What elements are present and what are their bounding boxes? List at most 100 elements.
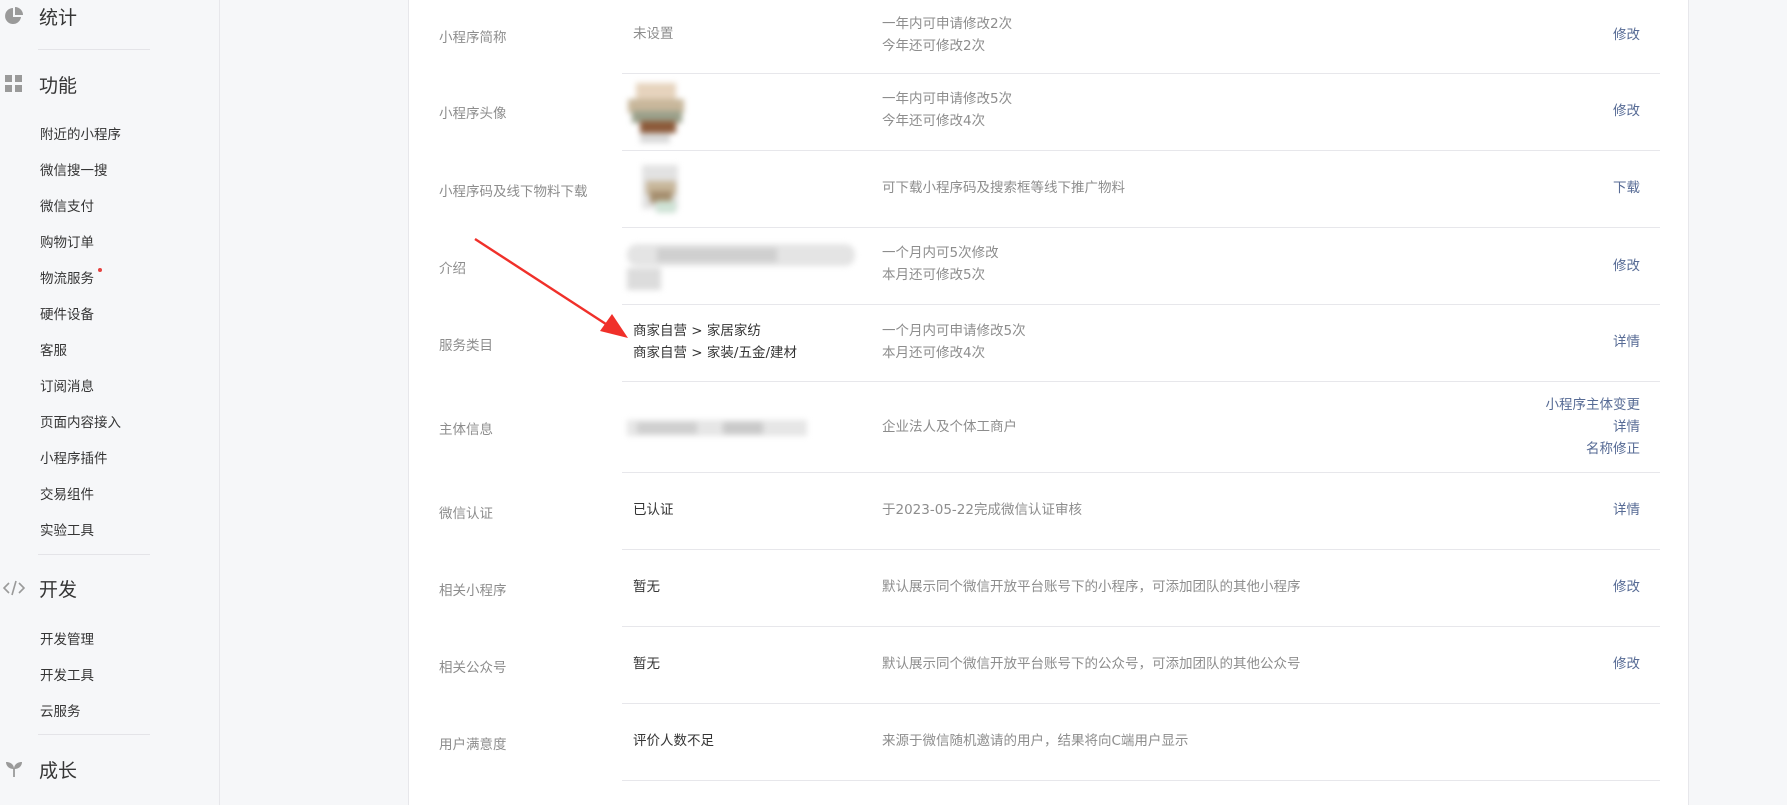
row-desc: 默认展示同个微信开放平台账号下的公众号，可添加团队的其他公众号	[882, 653, 1301, 675]
sidebar-section-growth-label: 成长	[39, 759, 78, 782]
details-button[interactable]: 详情	[1613, 331, 1640, 353]
action-link[interactable]: 详情	[1613, 331, 1640, 353]
sidebar-item-wechat-search[interactable]: 微信搜一搜	[40, 159, 108, 179]
row-desc-line: 默认展示同个微信开放平台账号下的公众号，可添加团队的其他公众号	[882, 656, 1301, 672]
row-desc: 一年内可申请修改2次 今年还可修改2次	[882, 13, 1012, 57]
settings-row-intro: 介绍 一个月内可5次修改 本月还可修改5次 修改	[409, 228, 1690, 305]
sidebar-section-dev-label: 开发	[39, 578, 78, 601]
sidebar-item-dev-tools[interactable]: 开发工具	[40, 664, 94, 684]
action-link[interactable]: 下载	[1613, 177, 1640, 199]
row-label: 微信认证	[439, 506, 493, 522]
entity-name-redacted	[627, 418, 807, 438]
sidebar-section-dev[interactable]: 开发	[0, 572, 77, 604]
sidebar-item-page-content[interactable]: 页面内容接入	[40, 411, 121, 431]
action-link[interactable]: 修改	[1613, 24, 1640, 46]
sidebar-item-shopping-orders[interactable]: 购物订单	[40, 231, 94, 251]
settings-row-user-satisfaction: 用户满意度 评价人数不足 来源于微信随机邀请的用户，结果将向C端用户显示	[409, 704, 1690, 781]
row-desc-line: 一个月内可5次修改	[882, 245, 999, 261]
sidebar-item-cloud-services[interactable]: 云服务	[40, 700, 81, 720]
sidebar-item-trade-components[interactable]: 交易组件	[40, 483, 94, 503]
sidebar-item-nearby[interactable]: 附近的小程序	[40, 123, 121, 143]
sidebar-item-label: 硬件设备	[40, 307, 94, 323]
settings-row-verification: 微信认证 已认证 于2023-05-22完成微信认证审核 详情	[409, 473, 1690, 550]
row-desc: 一年内可申请修改5次 今年还可修改4次	[882, 88, 1012, 132]
sidebar-item-label: 云服务	[40, 704, 81, 720]
sprout-icon	[3, 758, 25, 780]
row-desc-line: 今年还可修改4次	[882, 113, 986, 129]
sidebar-item-logistics[interactable]: 物流服务	[40, 267, 102, 287]
sidebar-section-features-label: 功能	[39, 74, 78, 97]
row-desc-line: 今年还可修改2次	[882, 38, 986, 54]
settings-row-service-category: 服务类目 商家自营 > 家居家纺 商家自营 > 家装/五金/建材 一个月内可申请…	[409, 305, 1690, 382]
settings-row-avatar: 小程序头像 一年内可申请修改5次 今年还可修改4次 修改	[409, 74, 1690, 151]
sidebar-section-stats-label: 统计	[39, 6, 78, 29]
settings-row-entity-info: 主体信息 企业法人及个体工商户 小程序主体变更 详情 名称修正	[409, 382, 1690, 473]
sidebar-item-dev-management[interactable]: 开发管理	[40, 628, 94, 648]
action-link[interactable]: 修改	[1613, 255, 1640, 277]
sidebar-item-customer-service[interactable]: 客服	[40, 339, 67, 359]
sidebar-item-hardware[interactable]: 硬件设备	[40, 303, 94, 323]
sidebar-section-growth[interactable]: 成长	[0, 753, 77, 785]
change-entity-link[interactable]: 小程序主体变更	[1546, 394, 1641, 416]
row-label: 小程序简称	[439, 30, 507, 46]
sidebar-item-label: 页面内容接入	[40, 415, 121, 431]
action-link[interactable]: 详情	[1613, 499, 1640, 521]
code-icon	[3, 577, 25, 599]
row-desc-line: 一个月内可申请修改5次	[882, 323, 1026, 339]
download-button[interactable]: 下载	[1613, 177, 1640, 199]
sidebar-item-label: 小程序插件	[40, 451, 108, 467]
sidebar-item-label: 交易组件	[40, 487, 94, 503]
settings-panel: 小程序简称 未设置 一年内可申请修改2次 今年还可修改2次 修改 小程序头像 一…	[408, 0, 1689, 805]
sidebar-divider	[38, 49, 150, 50]
sidebar: 统计 功能 附近的小程序 微信搜一搜 微信支付 购物订单 物流服务 硬件设备 客…	[0, 0, 220, 805]
name-correction-link[interactable]: 名称修正	[1546, 438, 1640, 460]
settings-row-related-official-accounts: 相关公众号 暂无 默认展示同个微信开放平台账号下的公众号，可添加团队的其他公众号…	[409, 627, 1690, 704]
modify-button[interactable]: 修改	[1613, 24, 1640, 46]
row-desc-line: 一年内可申请修改5次	[882, 91, 1013, 107]
row-desc-line: 默认展示同个微信开放平台账号下的小程序，可添加团队的其他小程序	[882, 579, 1301, 595]
sidebar-item-label: 开发管理	[40, 632, 94, 648]
row-label: 小程序码及线下物料下载	[439, 184, 588, 200]
pie-chart-icon	[3, 5, 25, 27]
row-value: 评价人数不足	[633, 733, 714, 749]
row-value: 暂无	[633, 656, 660, 672]
action-link[interactable]: 修改	[1613, 653, 1640, 675]
row-label: 介绍	[439, 261, 466, 277]
modify-button[interactable]: 修改	[1613, 255, 1640, 277]
row-value: 未设置	[633, 26, 674, 42]
row-divider	[622, 780, 1660, 781]
row-label: 主体信息	[439, 422, 493, 438]
sidebar-item-label: 附近的小程序	[40, 127, 121, 143]
sidebar-item-lab-tools[interactable]: 实验工具	[40, 519, 94, 539]
sidebar-item-plugins[interactable]: 小程序插件	[40, 447, 108, 467]
modify-button[interactable]: 修改	[1613, 100, 1640, 122]
settings-row-qrcode: 小程序码及线下物料下载 可下载小程序码及搜索框等线下推广物料 下载	[409, 151, 1690, 228]
grid-icon	[3, 73, 25, 95]
sidebar-item-subscription-messages[interactable]: 订阅消息	[40, 375, 94, 395]
sidebar-section-stats[interactable]: 统计	[0, 0, 77, 32]
action-link[interactable]: 修改	[1613, 576, 1640, 598]
details-link[interactable]: 详情	[1546, 416, 1640, 438]
row-desc: 企业法人及个体工商户	[882, 416, 1017, 438]
modify-button[interactable]: 修改	[1613, 576, 1640, 598]
row-desc: 于2023-05-22完成微信认证审核	[882, 499, 1082, 521]
row-label: 用户满意度	[439, 737, 507, 753]
row-label: 相关小程序	[439, 583, 507, 599]
sidebar-item-label: 客服	[40, 343, 67, 359]
sidebar-section-features[interactable]: 功能	[0, 68, 77, 100]
row-desc: 默认展示同个微信开放平台账号下的小程序，可添加团队的其他小程序	[882, 576, 1301, 598]
modify-button[interactable]: 修改	[1613, 653, 1640, 675]
row-desc-line: 本月还可修改4次	[882, 345, 986, 361]
sidebar-item-label: 购物订单	[40, 235, 94, 251]
row-desc-line: 可下载小程序码及搜索框等线下推广物料	[882, 180, 1125, 196]
details-button[interactable]: 详情	[1613, 499, 1640, 521]
row-desc: 可下载小程序码及搜索框等线下推广物料	[882, 177, 1125, 199]
intro-text-redacted	[627, 242, 855, 292]
action-link[interactable]: 修改	[1613, 100, 1640, 122]
sidebar-item-label: 微信搜一搜	[40, 163, 108, 179]
row-desc-line: 来源于微信随机邀请的用户，结果将向C端用户显示	[882, 733, 1189, 749]
sidebar-item-label: 实验工具	[40, 523, 94, 539]
sidebar-item-wechat-pay[interactable]: 微信支付	[40, 195, 94, 215]
row-desc: 一个月内可申请修改5次 本月还可修改4次	[882, 320, 1026, 364]
qrcode-image	[636, 161, 686, 217]
